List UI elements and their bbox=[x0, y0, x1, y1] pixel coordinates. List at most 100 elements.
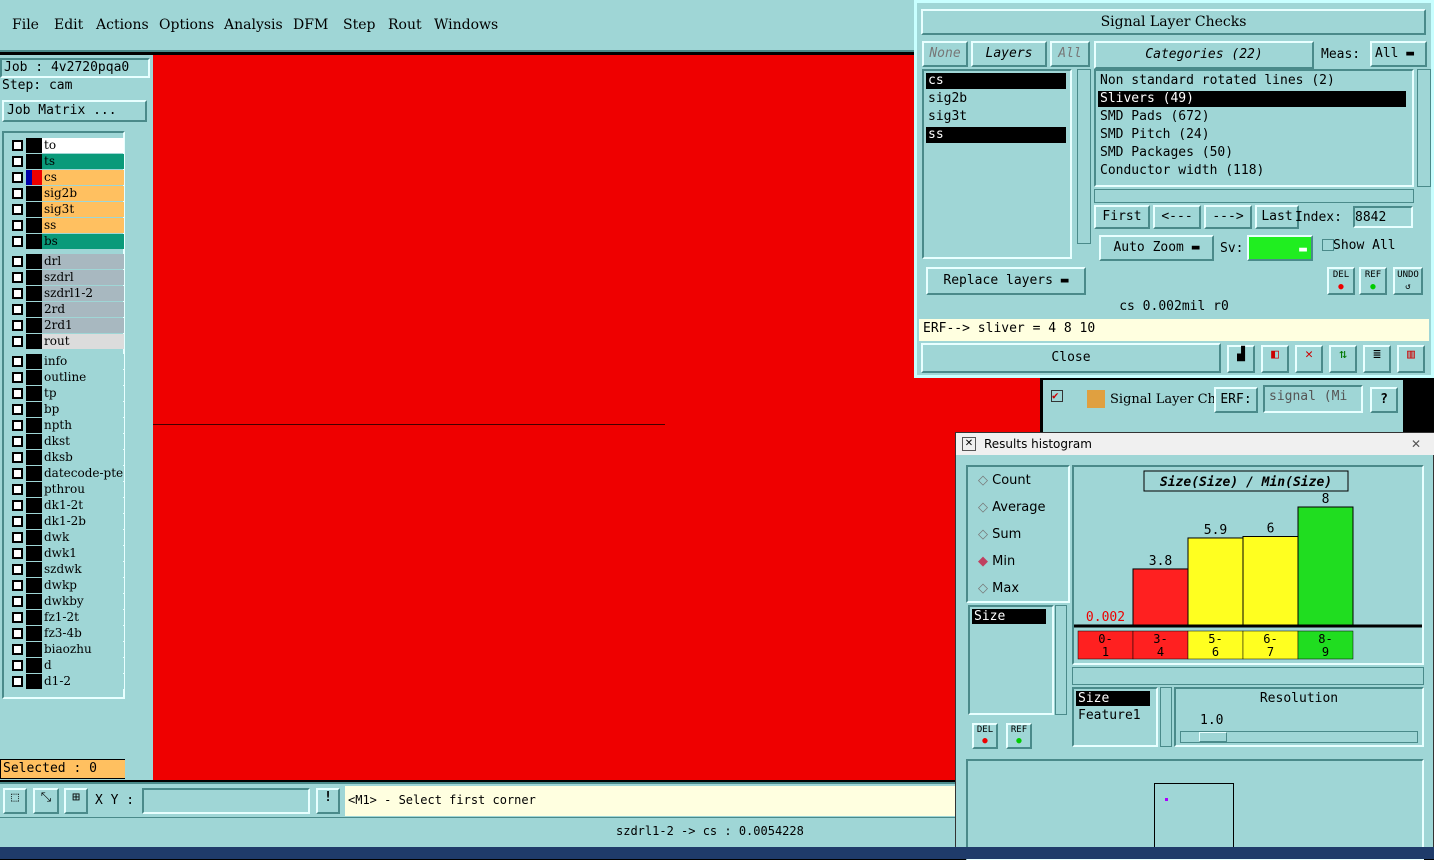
last-button[interactable]: Last bbox=[1255, 205, 1299, 229]
zoom-window-icon[interactable]: ⬚ bbox=[3, 788, 27, 814]
meas-dropdown[interactable]: All ▬ bbox=[1370, 41, 1427, 67]
layer-checkbox[interactable] bbox=[12, 156, 23, 167]
layer-checkbox[interactable] bbox=[12, 320, 23, 331]
categories-list[interactable]: Non standard rotated lines (2)Slivers (4… bbox=[1094, 69, 1414, 187]
layer-checkbox[interactable] bbox=[12, 436, 23, 447]
layer-checkbox[interactable] bbox=[12, 468, 23, 479]
layer-checkbox[interactable] bbox=[12, 188, 23, 199]
menu-actions[interactable]: Actions bbox=[96, 17, 149, 33]
layer-checkbox[interactable] bbox=[12, 140, 23, 151]
layer-row[interactable]: sig2b bbox=[9, 186, 125, 201]
layer-name[interactable]: ss bbox=[42, 218, 124, 233]
layer-name[interactable]: fz1-2t bbox=[42, 610, 124, 625]
layer-row[interactable]: dkst bbox=[9, 434, 125, 449]
measure-icon[interactable]: ⤡ bbox=[33, 788, 59, 814]
tool-4-icon[interactable]: ⇅ bbox=[1329, 345, 1357, 373]
layer-name[interactable]: d bbox=[42, 658, 124, 673]
layer-row[interactable]: pthrou bbox=[9, 482, 125, 497]
tool-3-icon[interactable]: ✕ bbox=[1295, 345, 1323, 373]
graphic-canvas[interactable] bbox=[153, 55, 1040, 780]
menu-step[interactable]: Step bbox=[343, 17, 375, 33]
radio-count[interactable]: ◇ Count bbox=[978, 473, 1031, 488]
categories-button[interactable]: Categories (22) bbox=[1094, 41, 1314, 69]
layer-row[interactable]: szdwk bbox=[9, 562, 125, 577]
report-icon[interactable]: ≣ bbox=[1363, 345, 1391, 373]
undo-button[interactable]: UNDO↺ bbox=[1393, 267, 1423, 295]
layer-row[interactable]: dwk1 bbox=[9, 546, 125, 561]
layer-checkbox[interactable] bbox=[12, 220, 23, 231]
layer-name[interactable]: tp bbox=[42, 386, 124, 401]
layer-row[interactable]: dwkby bbox=[9, 594, 125, 609]
layer-checkbox[interactable] bbox=[12, 288, 23, 299]
layer-row[interactable]: 2rd1 bbox=[9, 318, 125, 333]
layer-checkbox[interactable] bbox=[12, 548, 23, 559]
layer-row[interactable]: sig3t bbox=[9, 202, 125, 217]
layer-name[interactable]: dwk1 bbox=[42, 546, 124, 561]
layer-checkbox[interactable] bbox=[12, 644, 23, 655]
del-button[interactable]: DEL● bbox=[1327, 267, 1355, 295]
radio-min[interactable]: ◆ Min bbox=[978, 554, 1015, 569]
param-scrollbar[interactable] bbox=[1160, 687, 1172, 747]
resolution-slider[interactable] bbox=[1180, 731, 1418, 743]
layer-list-scrollbar[interactable] bbox=[1077, 69, 1091, 244]
categories-hscroll[interactable] bbox=[1094, 189, 1414, 203]
layer-row[interactable]: szdrl bbox=[9, 270, 125, 285]
layer-checkbox[interactable] bbox=[12, 580, 23, 591]
layer-row[interactable]: tp bbox=[9, 386, 125, 401]
layer-name[interactable]: biaozhu bbox=[42, 642, 124, 657]
layer-name[interactable]: outline bbox=[42, 370, 124, 385]
categories-scrollbar[interactable] bbox=[1417, 69, 1431, 187]
layer-name[interactable]: dk1-2b bbox=[42, 514, 124, 529]
layers-button[interactable]: Layers bbox=[971, 41, 1047, 67]
layer-name[interactable]: info bbox=[42, 354, 124, 369]
layer-name[interactable]: npth bbox=[42, 418, 124, 433]
action-checkbox[interactable]: ✔ bbox=[1051, 390, 1063, 402]
category-item[interactable]: SMD Pitch (24) bbox=[1098, 127, 1406, 143]
layer-row[interactable]: dk1-2t bbox=[9, 498, 125, 513]
prev-button[interactable]: <--- bbox=[1153, 205, 1201, 229]
layer-name[interactable]: szdwk bbox=[42, 562, 124, 577]
layer-row[interactable]: dwkp bbox=[9, 578, 125, 593]
field-list[interactable]: Size bbox=[968, 605, 1054, 715]
category-item[interactable]: Slivers (49) bbox=[1098, 91, 1406, 107]
layer-row[interactable]: ss bbox=[9, 218, 125, 233]
menu-file[interactable]: File bbox=[12, 17, 39, 33]
layer-checkbox[interactable] bbox=[12, 204, 23, 215]
radio-average[interactable]: ◇ Average bbox=[978, 500, 1046, 515]
layer-row[interactable]: rout bbox=[9, 334, 125, 349]
hist-del-button[interactable]: DEL● bbox=[972, 723, 998, 749]
tool-1-icon[interactable]: ▟ bbox=[1227, 345, 1255, 373]
layer-row[interactable]: outline bbox=[9, 370, 125, 385]
layer-name[interactable]: d1-2 bbox=[42, 674, 124, 689]
layer-name[interactable]: to bbox=[42, 138, 124, 153]
first-button[interactable]: First bbox=[1094, 205, 1150, 229]
layer-checkbox[interactable] bbox=[12, 532, 23, 543]
category-item[interactable]: Conductor width (118) bbox=[1098, 163, 1406, 179]
layer-row[interactable]: d bbox=[9, 658, 125, 673]
layer-row[interactable]: bp bbox=[9, 402, 125, 417]
layer-name[interactable]: rout bbox=[42, 334, 124, 349]
checks-layer-item[interactable]: sig3t bbox=[926, 109, 1066, 125]
layer-row[interactable]: ts bbox=[9, 154, 125, 169]
index-input[interactable] bbox=[1353, 206, 1413, 228]
auto-zoom-dropdown[interactable]: Auto Zoom ▬ bbox=[1099, 235, 1214, 261]
menu-analysis[interactable]: Analysis bbox=[224, 17, 283, 33]
layer-row[interactable]: d1-2 bbox=[9, 674, 125, 689]
layer-name[interactable]: bs bbox=[42, 234, 124, 249]
layer-checkbox[interactable] bbox=[12, 336, 23, 347]
close-button[interactable]: Close bbox=[921, 343, 1221, 373]
layer-name[interactable]: dwk bbox=[42, 530, 124, 545]
layer-checkbox[interactable] bbox=[12, 304, 23, 315]
layer-row[interactable]: info bbox=[9, 354, 125, 369]
layer-checkbox[interactable] bbox=[12, 256, 23, 267]
replace-layers-dropdown[interactable]: Replace layers ▬ bbox=[926, 267, 1086, 295]
layer-row[interactable]: npth bbox=[9, 418, 125, 433]
field-scrollbar[interactable] bbox=[1055, 605, 1067, 715]
hist-ref-button[interactable]: REF● bbox=[1006, 723, 1032, 749]
layer-checkbox[interactable] bbox=[12, 452, 23, 463]
help-button[interactable]: ? bbox=[1370, 387, 1398, 413]
chart-bar[interactable] bbox=[1243, 537, 1298, 626]
layer-checkbox[interactable] bbox=[12, 372, 23, 383]
histogram-icon[interactable]: ▥ bbox=[1397, 345, 1425, 373]
layer-name[interactable]: ts bbox=[42, 154, 124, 169]
